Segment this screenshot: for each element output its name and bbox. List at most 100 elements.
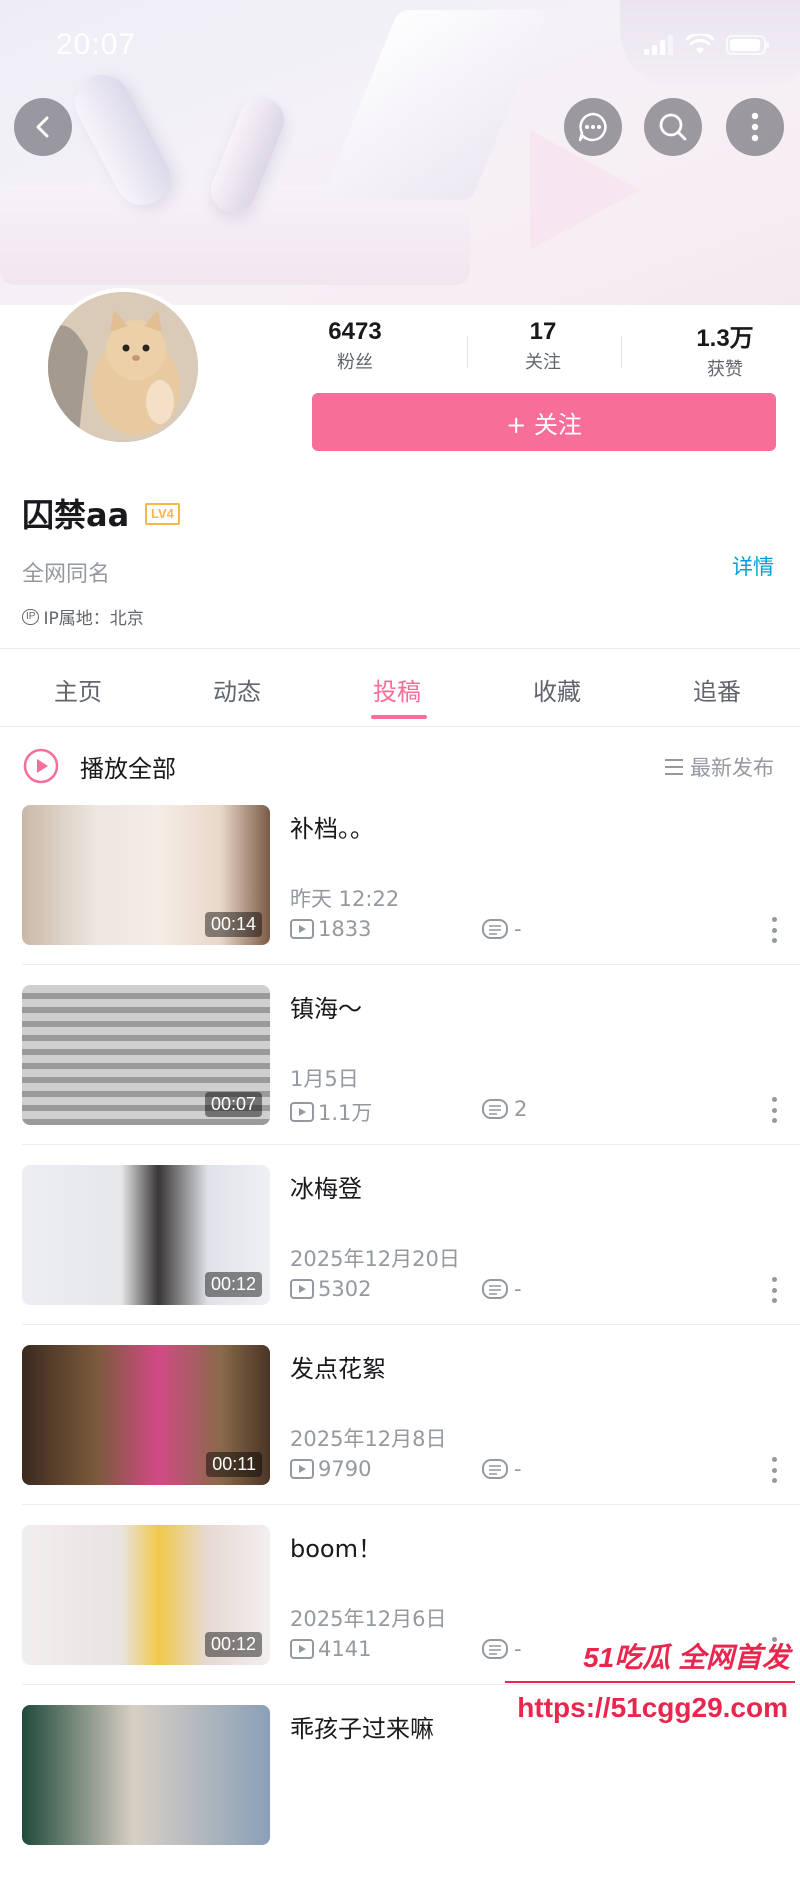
video-item[interactable]: 00:11 发点花絮 2025年12月8日 9790 - bbox=[0, 1345, 800, 1525]
video-danmaku: - bbox=[482, 1637, 522, 1661]
play-all-label: 播放全部 bbox=[80, 754, 176, 783]
row-divider bbox=[22, 1504, 800, 1505]
danmaku-count: 2 bbox=[514, 1097, 528, 1121]
video-thumbnail[interactable]: 00:14 bbox=[22, 805, 270, 945]
video-title[interactable]: 补档。。 bbox=[290, 809, 374, 844]
video-title[interactable]: 镇海～ bbox=[290, 989, 362, 1024]
video-title[interactable]: 乖孩子过来嘛 bbox=[290, 1709, 434, 1744]
danmaku-icon bbox=[482, 1639, 508, 1659]
row-divider bbox=[22, 1324, 800, 1325]
tab-uploads[interactable]: 投稿 bbox=[373, 672, 421, 707]
play-count: 4141 bbox=[318, 1637, 372, 1661]
video-date: 2025年12月20日 bbox=[290, 1247, 460, 1271]
danmaku-count: - bbox=[514, 1457, 522, 1481]
stat-fans[interactable]: 6473 粉丝 bbox=[300, 318, 410, 374]
play-count: 9790 bbox=[318, 1457, 372, 1481]
tab-home[interactable]: 主页 bbox=[54, 672, 102, 707]
play-count-icon bbox=[290, 1459, 314, 1479]
video-item[interactable]: 00:14 补档。。 昨天 12:22 1833 - bbox=[0, 805, 800, 985]
video-date: 昨天 12:22 bbox=[290, 887, 400, 911]
avatar[interactable] bbox=[44, 288, 202, 446]
stat-value: 17 bbox=[529, 318, 557, 345]
row-divider bbox=[22, 964, 800, 965]
sort-dropdown[interactable]: 最新发布 bbox=[664, 752, 774, 782]
tab-dynamics[interactable]: 动态 bbox=[213, 672, 261, 707]
video-duration: 00:11 bbox=[206, 1452, 262, 1477]
signal-icon bbox=[644, 35, 673, 55]
status-time: 20:07 bbox=[56, 28, 137, 61]
stat-divider bbox=[621, 336, 622, 368]
video-title[interactable]: 发点花絮 bbox=[290, 1349, 386, 1384]
video-date: 2025年12月6日 bbox=[290, 1607, 447, 1631]
video-danmaku: 2 bbox=[482, 1097, 527, 1121]
video-thumbnail[interactable]: 00:11 bbox=[22, 1345, 270, 1485]
message-button[interactable] bbox=[564, 98, 622, 156]
video-danmaku: - bbox=[482, 1457, 522, 1481]
video-duration: 00:14 bbox=[204, 912, 262, 937]
danmaku-icon bbox=[482, 1099, 508, 1119]
video-thumbnail[interactable] bbox=[22, 1705, 270, 1845]
avatar-cat-image bbox=[48, 292, 198, 442]
video-plays: 4141 bbox=[290, 1637, 371, 1661]
tab-favorites[interactable]: 收藏 bbox=[533, 672, 581, 707]
more-menu-button[interactable] bbox=[726, 98, 784, 156]
search-button[interactable] bbox=[644, 98, 702, 156]
video-thumbnail[interactable]: 00:12 bbox=[22, 1165, 270, 1305]
video-more-button[interactable] bbox=[770, 1457, 778, 1483]
video-date: 2025年12月8日 bbox=[290, 1427, 447, 1451]
video-plays: 9790 bbox=[290, 1457, 371, 1481]
watermark-brand: 51吃瓜 全网首发 bbox=[583, 1642, 790, 1673]
tab-bangumi[interactable]: 追番 bbox=[693, 672, 741, 707]
video-item[interactable]: 00:12 boom！ 2025年12月6日 4141 - bbox=[0, 1525, 800, 1705]
level-badge: LV4 bbox=[145, 503, 180, 525]
video-danmaku: - bbox=[482, 917, 522, 941]
stat-following[interactable]: 17 关注 bbox=[488, 318, 598, 374]
section-divider bbox=[0, 648, 800, 649]
more-vertical-icon bbox=[751, 112, 759, 142]
stat-divider bbox=[467, 336, 468, 368]
watermark-url: https://51cgg29.com bbox=[517, 1692, 788, 1723]
video-title[interactable]: boom！ bbox=[290, 1529, 382, 1564]
play-count-icon bbox=[290, 1639, 314, 1659]
detail-link[interactable]: 详情 bbox=[732, 551, 774, 581]
video-more-button[interactable] bbox=[770, 917, 778, 943]
video-date: 1月5日 bbox=[290, 1067, 359, 1091]
status-bar: 20:07 bbox=[0, 0, 800, 90]
video-danmaku: - bbox=[482, 1277, 522, 1301]
play-all-button[interactable]: 播放全部 bbox=[22, 746, 176, 786]
stat-likes[interactable]: 1.3万 获赞 bbox=[670, 318, 780, 381]
profile-tabs: 主页 动态 投稿 收藏 追番 bbox=[0, 650, 800, 725]
back-arrow-icon bbox=[36, 116, 49, 138]
danmaku-icon bbox=[482, 1279, 508, 1299]
back-button[interactable] bbox=[14, 98, 72, 156]
video-duration: 00:12 bbox=[204, 1632, 262, 1657]
follow-button[interactable]: + 关注 bbox=[312, 393, 776, 451]
play-count-icon bbox=[290, 919, 314, 939]
video-thumbnail[interactable]: 00:07 bbox=[22, 985, 270, 1125]
video-more-button[interactable] bbox=[770, 1097, 778, 1123]
play-count: 5302 bbox=[318, 1277, 372, 1301]
play-count: 1833 bbox=[318, 917, 372, 941]
video-plays: 5302 bbox=[290, 1277, 371, 1301]
stat-label: 获赞 bbox=[707, 359, 743, 380]
watermark-line bbox=[505, 1681, 795, 1683]
video-item[interactable]: 00:12 冰梅登 2025年12月20日 5302 - bbox=[0, 1165, 800, 1345]
play-count-icon bbox=[290, 1102, 314, 1122]
ip-location-text: IP属地：北京 bbox=[43, 609, 144, 629]
sort-label: 最新发布 bbox=[690, 756, 774, 780]
ip-badge-icon: IP bbox=[22, 608, 40, 625]
stat-value: 6473 bbox=[328, 318, 382, 345]
ip-location: IP IP属地：北京 bbox=[22, 604, 144, 629]
system-icons bbox=[644, 34, 770, 56]
danmaku-count: - bbox=[514, 917, 522, 941]
video-plays: 1833 bbox=[290, 917, 371, 941]
video-thumbnail[interactable]: 00:12 bbox=[22, 1525, 270, 1665]
play-count-icon bbox=[290, 1279, 314, 1299]
row-divider bbox=[22, 1684, 800, 1685]
danmaku-icon bbox=[482, 1459, 508, 1479]
video-more-button[interactable] bbox=[770, 1277, 778, 1303]
video-item[interactable]: 乖孩子过来嘛 bbox=[0, 1705, 800, 1885]
video-title[interactable]: 冰梅登 bbox=[290, 1169, 362, 1204]
play-count: 1.1万 bbox=[318, 1101, 373, 1125]
video-item[interactable]: 00:07 镇海～ 1月5日 1.1万 2 bbox=[0, 985, 800, 1165]
